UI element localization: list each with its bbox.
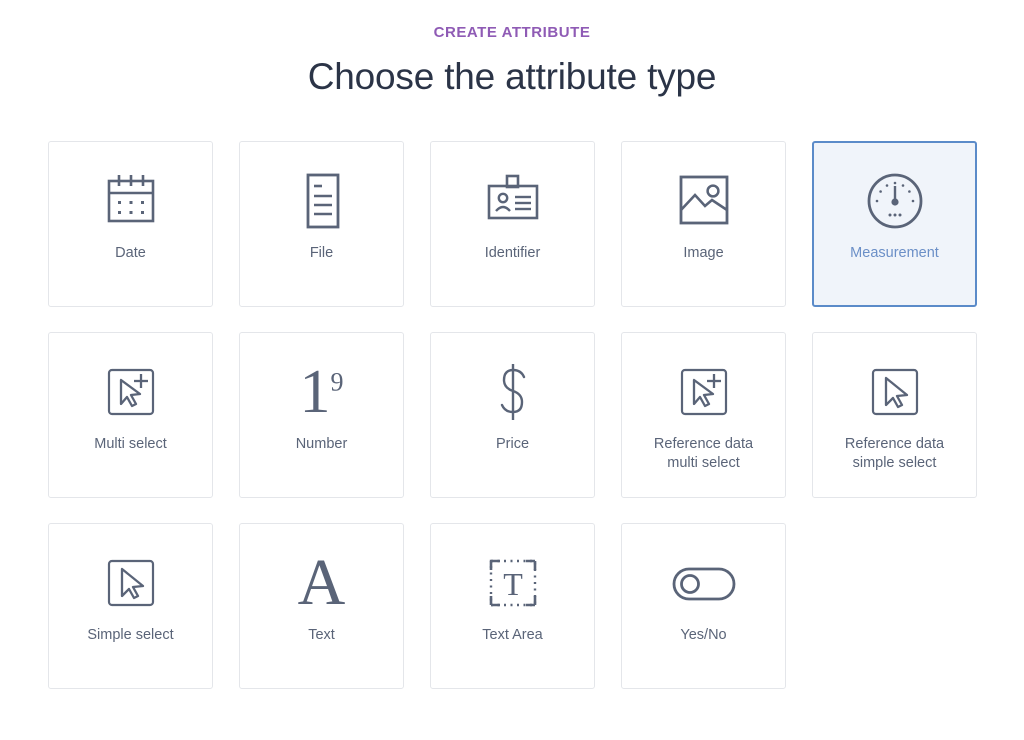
attribute-type-label: File bbox=[309, 245, 334, 261]
cursor-box-icon bbox=[101, 540, 161, 626]
attribute-type-card-number[interactable]: 19 Number bbox=[239, 332, 404, 498]
page-title: Choose the attribute type bbox=[307, 56, 717, 97]
page-header: CREATE ATTRIBUTE Choose the attribute ty… bbox=[0, 0, 1024, 95]
attribute-type-label: Identifier bbox=[484, 245, 541, 261]
attribute-type-card-yes-no[interactable]: Yes/No bbox=[621, 523, 786, 689]
letter-a-glyph: A bbox=[297, 546, 346, 619]
numeral-glyph: 19 bbox=[299, 358, 344, 426]
calendar-icon bbox=[101, 158, 161, 244]
attribute-type-label: Measurement bbox=[850, 245, 939, 261]
attribute-type-row: Multi select 19 Number Price Reference d… bbox=[48, 332, 978, 498]
breadcrumb-eyebrow: CREATE ATTRIBUTE bbox=[433, 24, 591, 41]
dashed-box-letter-t-icon: T bbox=[482, 540, 544, 626]
attribute-type-label: Text Area bbox=[482, 627, 543, 643]
attribute-type-label: Yes/No bbox=[680, 627, 727, 643]
attribute-type-card-image[interactable]: Image bbox=[621, 141, 786, 307]
attribute-type-card-price[interactable]: Price bbox=[430, 332, 595, 498]
attribute-type-label: Reference data simple select bbox=[844, 436, 945, 471]
picture-icon bbox=[674, 158, 734, 244]
letter-a-icon: A bbox=[298, 540, 346, 626]
cursor-plus-box-icon bbox=[674, 349, 734, 435]
cursor-box-icon bbox=[865, 349, 925, 435]
document-lines-icon bbox=[295, 158, 349, 244]
attribute-type-row: Simple select A Text T Text Area Yes/No bbox=[48, 523, 978, 689]
attribute-type-card-text[interactable]: A Text bbox=[239, 523, 404, 689]
attribute-type-label: Date bbox=[115, 245, 146, 261]
attribute-type-label: Text bbox=[308, 627, 335, 643]
attribute-type-card-reference-data-multi-select[interactable]: Reference data multi select bbox=[621, 332, 786, 498]
attribute-type-label: Image bbox=[683, 245, 724, 261]
attribute-type-card-identifier[interactable]: Identifier bbox=[430, 141, 595, 307]
id-badge-icon bbox=[481, 158, 545, 244]
attribute-type-label: Multi select bbox=[94, 436, 167, 452]
cursor-plus-box-icon bbox=[101, 349, 161, 435]
numeral-one-nine-icon: 19 bbox=[300, 349, 344, 435]
attribute-type-card-simple-select[interactable]: Simple select bbox=[48, 523, 213, 689]
dollar-sign-icon bbox=[491, 349, 535, 435]
attribute-type-row: Date File Identifier Image Measurement bbox=[48, 141, 978, 307]
svg-text:T: T bbox=[503, 566, 523, 602]
attribute-type-label: Number bbox=[295, 436, 348, 452]
attribute-type-card-text-area[interactable]: T Text Area bbox=[430, 523, 595, 689]
attribute-type-label: Simple select bbox=[87, 627, 174, 643]
attribute-type-card-measurement[interactable]: Measurement bbox=[812, 141, 977, 307]
attribute-type-card-reference-data-simple-select[interactable]: Reference data simple select bbox=[812, 332, 977, 498]
toggle-switch-icon bbox=[669, 540, 739, 626]
attribute-type-card-file[interactable]: File bbox=[239, 141, 404, 307]
attribute-type-card-date[interactable]: Date bbox=[48, 141, 213, 307]
attribute-type-label: Reference data multi select bbox=[653, 436, 754, 471]
attribute-type-card-multi-select[interactable]: Multi select bbox=[48, 332, 213, 498]
attribute-type-label: Price bbox=[495, 436, 530, 452]
attribute-type-grid: Date File Identifier Image Measurement M… bbox=[0, 141, 1024, 689]
gauge-icon bbox=[863, 158, 927, 244]
